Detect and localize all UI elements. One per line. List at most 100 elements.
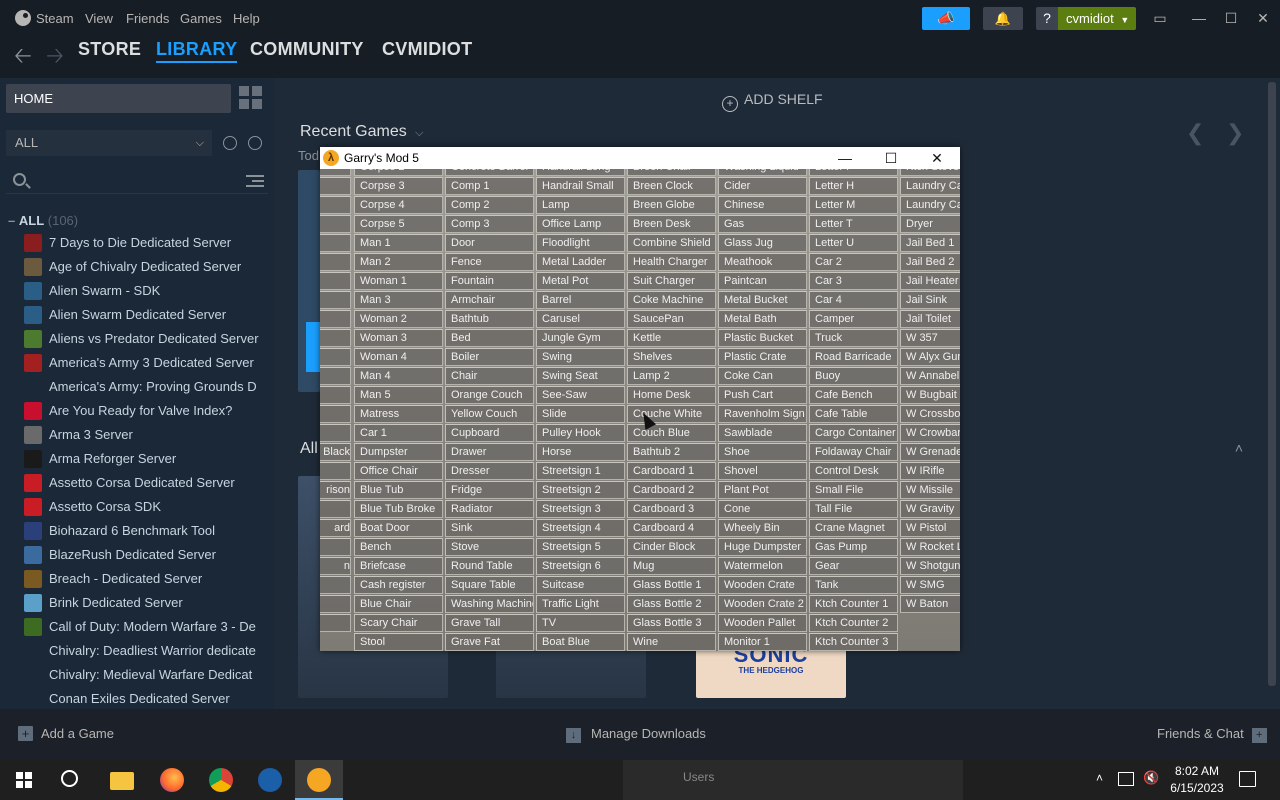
spawn-prop-button[interactable]: W Annabell xyxy=(900,367,960,385)
spawn-prop-button[interactable]: Matress xyxy=(354,405,443,423)
spawn-prop-button[interactable]: Office Lamp xyxy=(536,215,625,233)
spawn-prop-button[interactable]: Cargo Container xyxy=(809,424,898,442)
tray-overflow-chevron-icon[interactable]: ˄ xyxy=(1096,771,1103,785)
spawn-prop-button[interactable]: Metal Pot xyxy=(536,272,625,290)
spawn-prop-button[interactable]: Comp 3 xyxy=(445,215,534,233)
spawn-prop-button[interactable]: Man 1 xyxy=(354,234,443,252)
spawn-prop-button[interactable]: W Gravity xyxy=(900,500,960,518)
spawn-prop-button[interactable]: Letter M xyxy=(809,196,898,214)
spawn-prop-button[interactable] xyxy=(320,234,351,252)
sidebar-game-item[interactable]: 7 Days to Die Dedicated Server xyxy=(0,231,274,255)
spawn-prop-button[interactable] xyxy=(320,169,351,176)
spawn-prop-button[interactable]: Ktch Counter 3 xyxy=(809,633,898,651)
spawn-prop-button[interactable]: Streetsign 6 xyxy=(536,557,625,575)
spawn-prop-button[interactable]: Car 2 xyxy=(809,253,898,271)
spawn-prop-button[interactable]: Plastic Crate xyxy=(718,348,807,366)
spawn-prop-button[interactable]: W Grenade xyxy=(900,443,960,461)
spawn-prop-button[interactable]: Handrail Long xyxy=(536,169,625,176)
spawn-prop-button[interactable]: Mug xyxy=(627,557,716,575)
spawn-prop-button[interactable]: Ravenholm Sign xyxy=(718,405,807,423)
spawn-prop-button[interactable]: Coke Machine xyxy=(627,291,716,309)
gmod-minimize-icon[interactable]: — xyxy=(822,147,868,169)
spawn-prop-button[interactable]: Fence xyxy=(445,253,534,271)
back-arrow-icon[interactable]: 🡠 xyxy=(14,39,32,77)
nav-community[interactable]: COMMUNITY xyxy=(250,39,364,60)
add-shelf-button[interactable]: + ADD SHELF xyxy=(722,91,823,112)
spawn-prop-button[interactable]: Armchair xyxy=(445,291,534,309)
spawn-prop-button[interactable]: Briefcase xyxy=(354,557,443,575)
spawn-prop-button[interactable]: W Shotgun xyxy=(900,557,960,575)
spawn-prop-button[interactable] xyxy=(320,177,351,195)
spawn-prop-button[interactable]: n xyxy=(320,557,351,575)
spawn-prop-button[interactable]: Jungle Gym xyxy=(536,329,625,347)
spawn-prop-button[interactable] xyxy=(320,595,351,613)
spawn-prop-button[interactable]: Blue Tub xyxy=(354,481,443,499)
sidebar-game-item[interactable]: Alien Swarm Dedicated Server xyxy=(0,303,274,327)
main-scrollbar[interactable] xyxy=(1268,82,1276,686)
home-button[interactable]: HOME xyxy=(6,84,231,113)
spawn-prop-button[interactable]: Woman 2 xyxy=(354,310,443,328)
spawn-prop-button[interactable]: ard xyxy=(320,519,351,537)
spawn-prop-button[interactable]: Comp 1 xyxy=(445,177,534,195)
spawn-prop-button[interactable]: Jail Sink xyxy=(900,291,960,309)
spawn-prop-button[interactable]: Letter F xyxy=(809,169,898,176)
spawn-prop-button[interactable] xyxy=(320,253,351,271)
taskbar-garrys-mod[interactable] xyxy=(295,760,343,800)
spawn-prop-button[interactable]: Man 2 xyxy=(354,253,443,271)
account-menu-button[interactable]: cvmidiot ▼ xyxy=(1058,7,1136,30)
start-button[interactable] xyxy=(0,760,48,800)
spawn-prop-button[interactable]: Streetsign 4 xyxy=(536,519,625,537)
spawn-prop-button[interactable]: Bench xyxy=(354,538,443,556)
spawn-prop-button[interactable]: Yellow Couch xyxy=(445,405,534,423)
spawn-prop-button[interactable]: Cafe Table xyxy=(809,405,898,423)
spawn-prop-button[interactable]: W SMG xyxy=(900,576,960,594)
spawn-prop-button[interactable]: Washing Liquid xyxy=(718,169,807,176)
spawn-prop-button[interactable]: Huge Dumpster xyxy=(718,538,807,556)
big-picture-icon[interactable]: ▭ xyxy=(1148,7,1172,29)
spawn-prop-button[interactable]: Camper xyxy=(809,310,898,328)
spawn-prop-button[interactable]: Jail Bed 1 xyxy=(900,234,960,252)
spawn-prop-button[interactable]: Radiator xyxy=(445,500,534,518)
close-icon[interactable]: ✕ xyxy=(1251,7,1275,29)
menu-view[interactable]: View xyxy=(85,11,113,26)
spawn-prop-button[interactable]: Boat Blue xyxy=(536,633,625,651)
spawn-prop-button[interactable]: Streetsign 3 xyxy=(536,500,625,518)
spawn-prop-button[interactable]: W Bugbait xyxy=(900,386,960,404)
spawn-prop-button[interactable] xyxy=(320,310,351,328)
add-game-button[interactable]: + Add a Game xyxy=(18,726,114,741)
spawn-prop-button[interactable]: Glass Bottle 1 xyxy=(627,576,716,594)
spawn-prop-button[interactable]: Control Desk xyxy=(809,462,898,480)
spawn-prop-button[interactable]: Paintcan xyxy=(718,272,807,290)
spawn-prop-button[interactable]: Ktch Stove xyxy=(900,169,960,176)
spawn-prop-button[interactable]: Kettle xyxy=(627,329,716,347)
spawn-prop-button[interactable] xyxy=(320,348,351,366)
spawn-prop-button[interactable]: Corpse 3 xyxy=(354,177,443,195)
sidebar-game-item[interactable]: Brink Dedicated Server xyxy=(0,591,274,615)
spawn-prop-button[interactable]: Jail Heater xyxy=(900,272,960,290)
spawn-prop-button[interactable]: TV xyxy=(536,614,625,632)
sidebar-game-item[interactable]: Assetto Corsa Dedicated Server xyxy=(0,471,274,495)
spawn-prop-button[interactable] xyxy=(320,386,351,404)
minimize-icon[interactable]: — xyxy=(1187,7,1211,29)
spawn-prop-button[interactable]: Health Charger xyxy=(627,253,716,271)
sidebar-game-item[interactable]: Arma Reforger Server xyxy=(0,447,274,471)
spawn-prop-button[interactable]: Lamp xyxy=(536,196,625,214)
spawn-prop-button[interactable]: Stool xyxy=(354,633,443,651)
spawn-prop-button[interactable]: Sink xyxy=(445,519,534,537)
spawn-prop-button[interactable]: Jail Toilet xyxy=(900,310,960,328)
spawn-prop-button[interactable]: Metal Ladder xyxy=(536,253,625,271)
spawn-prop-button[interactable]: Swing Seat xyxy=(536,367,625,385)
spawn-prop-button[interactable]: Sawblade xyxy=(718,424,807,442)
taskbar-search-button[interactable] xyxy=(48,760,96,800)
spawn-prop-button[interactable]: Cone xyxy=(718,500,807,518)
spawn-prop-button[interactable]: Shovel xyxy=(718,462,807,480)
spawn-prop-button[interactable]: Wheely Bin xyxy=(718,519,807,537)
announcements-button[interactable]: 📣 xyxy=(922,7,970,30)
notifications-button[interactable]: 🔔 xyxy=(983,7,1023,30)
spawn-prop-button[interactable]: Metal Bucket xyxy=(718,291,807,309)
sidebar-game-item[interactable]: Breach - Dedicated Server xyxy=(0,567,274,591)
menu-steam[interactable]: Steam xyxy=(36,11,74,26)
carousel-next-icon[interactable]: ❯ xyxy=(1226,120,1244,146)
spawn-prop-button[interactable]: Letter T xyxy=(809,215,898,233)
spawn-prop-button[interactable]: Pulley Hook xyxy=(536,424,625,442)
